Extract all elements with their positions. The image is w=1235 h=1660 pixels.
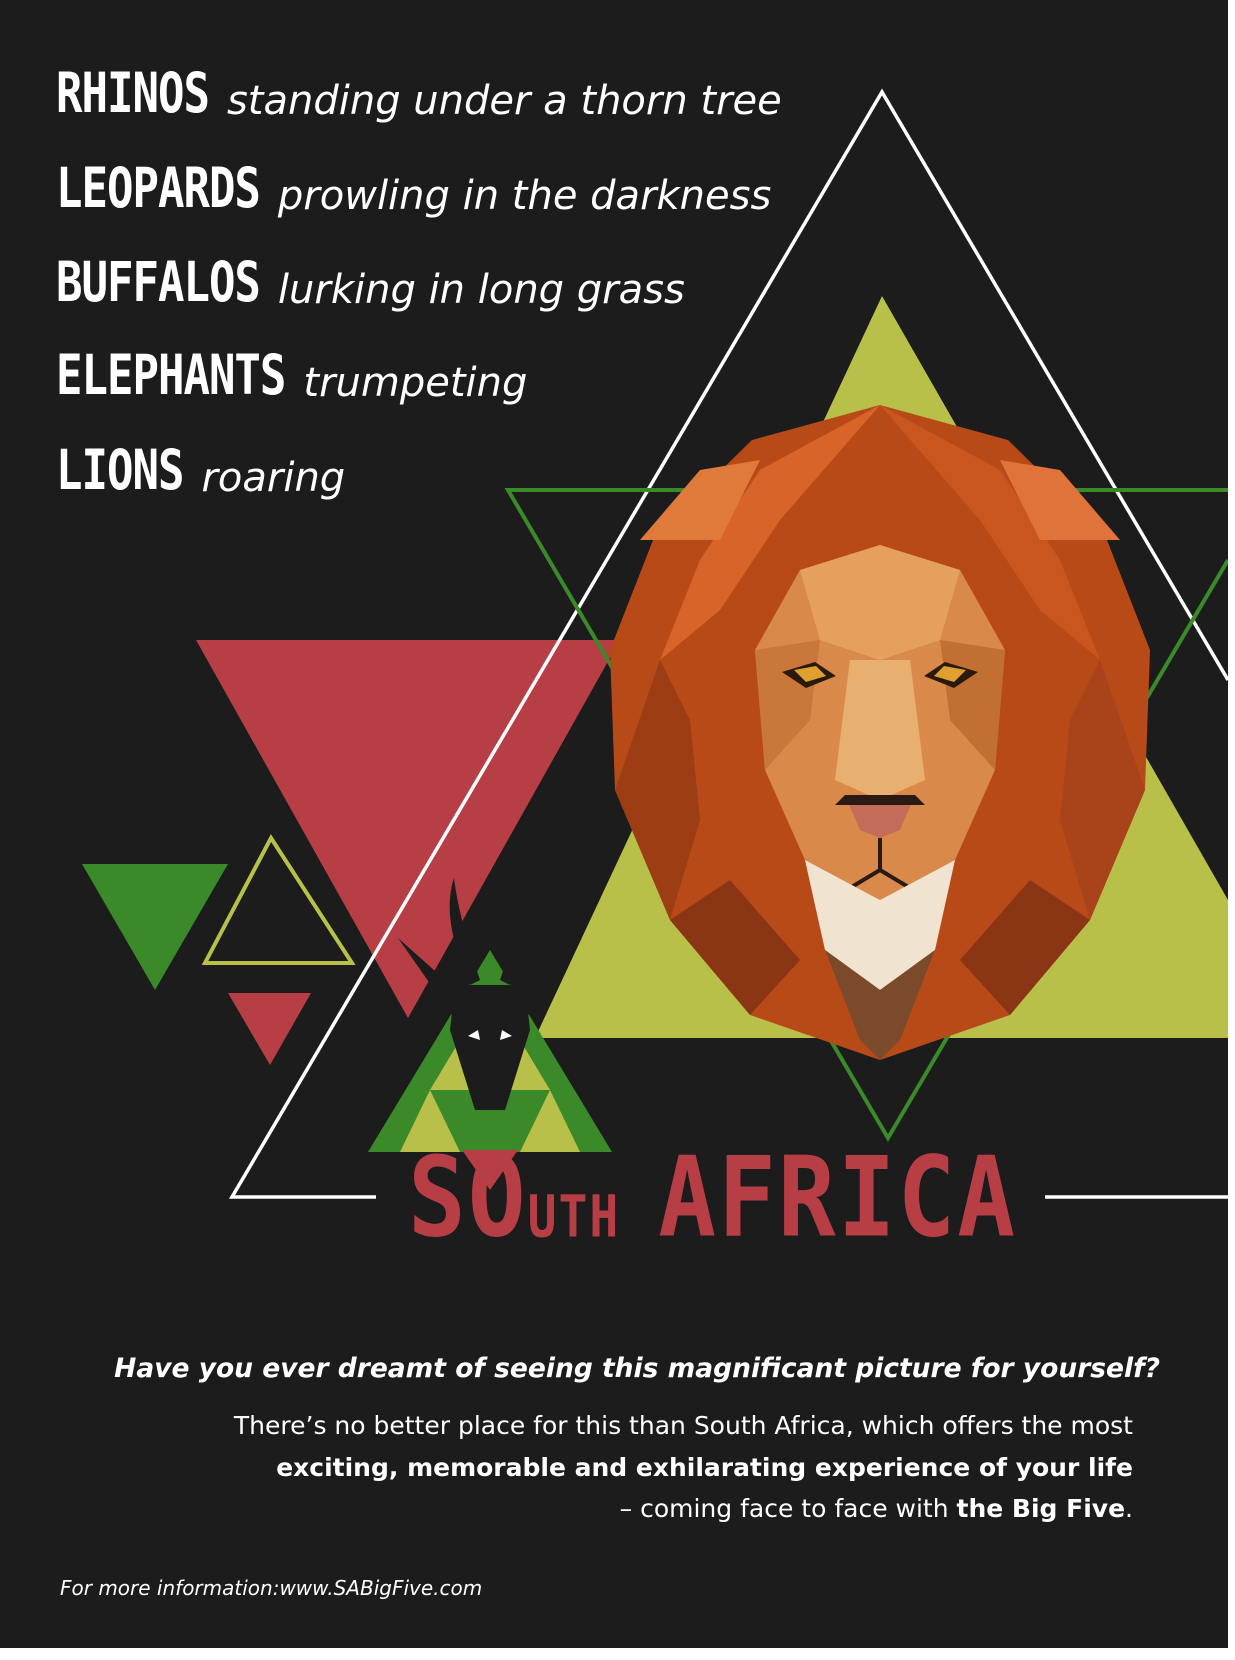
footer-info: For more information:www.SABigFive.com <box>60 1576 483 1600</box>
south-africa-title: SOUTH AFRICA <box>408 1133 1017 1262</box>
big-five-emphasis: the Big Five <box>956 1494 1126 1523</box>
poster: RHINOS standing under a thorn tree LEOPA… <box>0 0 1228 1648</box>
red-small-triangle <box>228 993 311 1065</box>
animal-line-leopards: LEOPARDS prowling in the darkness <box>56 161 772 219</box>
animal-description: roaring <box>201 455 346 501</box>
title-part-uth: UTH <box>527 1183 621 1251</box>
animal-name: ELEPHANTS <box>56 344 286 408</box>
animal-name: LEOPARDS <box>56 157 261 221</box>
animal-line-elephants: ELEPHANTS trumpeting <box>56 348 528 406</box>
body-emphasis: exciting, memorable and exhilarating exp… <box>276 1453 1133 1482</box>
intro-question: Have you ever dreamt of seeing this magn… <box>114 1353 1160 1384</box>
body-line-1: There’s no better place for this than So… <box>233 1411 1133 1440</box>
animal-description: lurking in long grass <box>277 267 685 313</box>
animal-line-lions: LIONS roaring <box>56 443 346 501</box>
body-line-3-suffix: . <box>1125 1494 1133 1523</box>
geometric-artwork <box>82 88 1228 1199</box>
animal-description: standing under a thorn tree <box>226 78 782 124</box>
title-part-africa: AFRICA <box>658 1133 1018 1262</box>
animal-line-rhinos: RHINOS standing under a thorn tree <box>56 66 782 124</box>
body-line-3: – coming face to face with the Big Five. <box>620 1494 1133 1523</box>
title-part-so: SO <box>408 1133 528 1262</box>
animal-description: trumpeting <box>303 360 528 406</box>
animal-description: prowling in the darkness <box>277 173 772 219</box>
animal-line-buffalos: BUFFALOS lurking in long grass <box>56 255 685 313</box>
animal-name: LIONS <box>56 439 184 503</box>
body-line-3-prefix: – coming face to face with <box>619 1494 957 1523</box>
body-line-2: exciting, memorable and exhilarating exp… <box>276 1453 1133 1482</box>
animal-name: BUFFALOS <box>56 251 261 315</box>
animal-name: RHINOS <box>56 62 210 126</box>
green-small-triangle <box>82 864 228 990</box>
